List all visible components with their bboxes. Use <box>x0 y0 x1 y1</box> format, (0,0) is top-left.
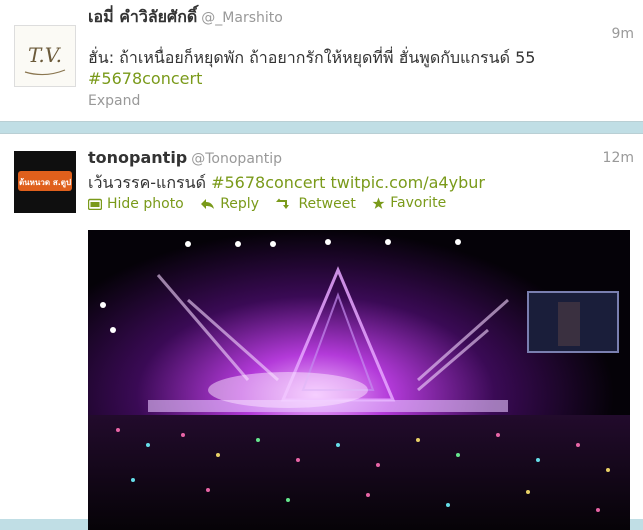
tweet-text: เว้นวรรค-แกรนด์ #5678concert twitpic.com… <box>88 171 485 196</box>
hashtag-link[interactable]: #5678concert <box>211 173 325 192</box>
display-name[interactable]: tonopantip <box>88 148 187 167</box>
tweet-photo[interactable] <box>88 230 630 530</box>
photo-icon <box>88 198 102 210</box>
retweet-icon <box>276 198 290 209</box>
twitpic-link[interactable]: twitpic.com/a4ybur <box>331 173 485 192</box>
timestamp[interactable]: 12m <box>603 150 634 166</box>
username[interactable]: @Tonopantip <box>191 151 282 167</box>
tweet-card[interactable]: T.V. เอมี่ คำวิลัยศักดิ์ @_Marshito 9m ฮั… <box>0 0 643 122</box>
display-name[interactable]: เอมี่ คำวิลัยศักดิ์ <box>88 7 197 26</box>
svg-text:T.V.: T.V. <box>28 43 62 67</box>
tweet-text: ฮั่น: ถ้าเหนื่อยก็หยุดพัก ถ้าอยากรักให้ห… <box>88 48 536 67</box>
hashtag-link[interactable]: #5678concert <box>88 69 202 88</box>
hide-photo-button[interactable]: Hide photo <box>88 196 184 212</box>
star-icon <box>372 197 385 209</box>
username[interactable]: @_Marshito <box>201 10 283 26</box>
reply-icon <box>201 198 215 209</box>
tweet-author[interactable]: เอมี่ คำวิลัยศักดิ์ @_Marshito <box>88 5 283 30</box>
reply-button[interactable]: Reply <box>200 196 259 212</box>
retweet-button[interactable]: Retweet <box>275 196 356 212</box>
svg-text:ต้นหนวด ส.ตูป: ต้นหนวด ส.ตูป <box>19 177 71 188</box>
expand-link[interactable]: Expand <box>88 93 140 109</box>
favorite-button[interactable]: Favorite <box>372 195 446 211</box>
tweet-card[interactable]: ต้นหนวด ส.ตูป tonopantip @Tonopantip 12m … <box>0 133 643 530</box>
avatar[interactable]: T.V. <box>14 25 76 87</box>
tweet-body: เว้นวรรค-แกรนด์ <box>88 173 206 192</box>
avatar[interactable]: ต้นหนวด ส.ตูป <box>14 151 76 213</box>
timestamp[interactable]: 9m <box>611 26 634 42</box>
tweet-author[interactable]: tonopantip @Tonopantip <box>88 148 282 167</box>
tweet-actions: Hide photo Reply Retweet Favorite <box>88 195 458 214</box>
